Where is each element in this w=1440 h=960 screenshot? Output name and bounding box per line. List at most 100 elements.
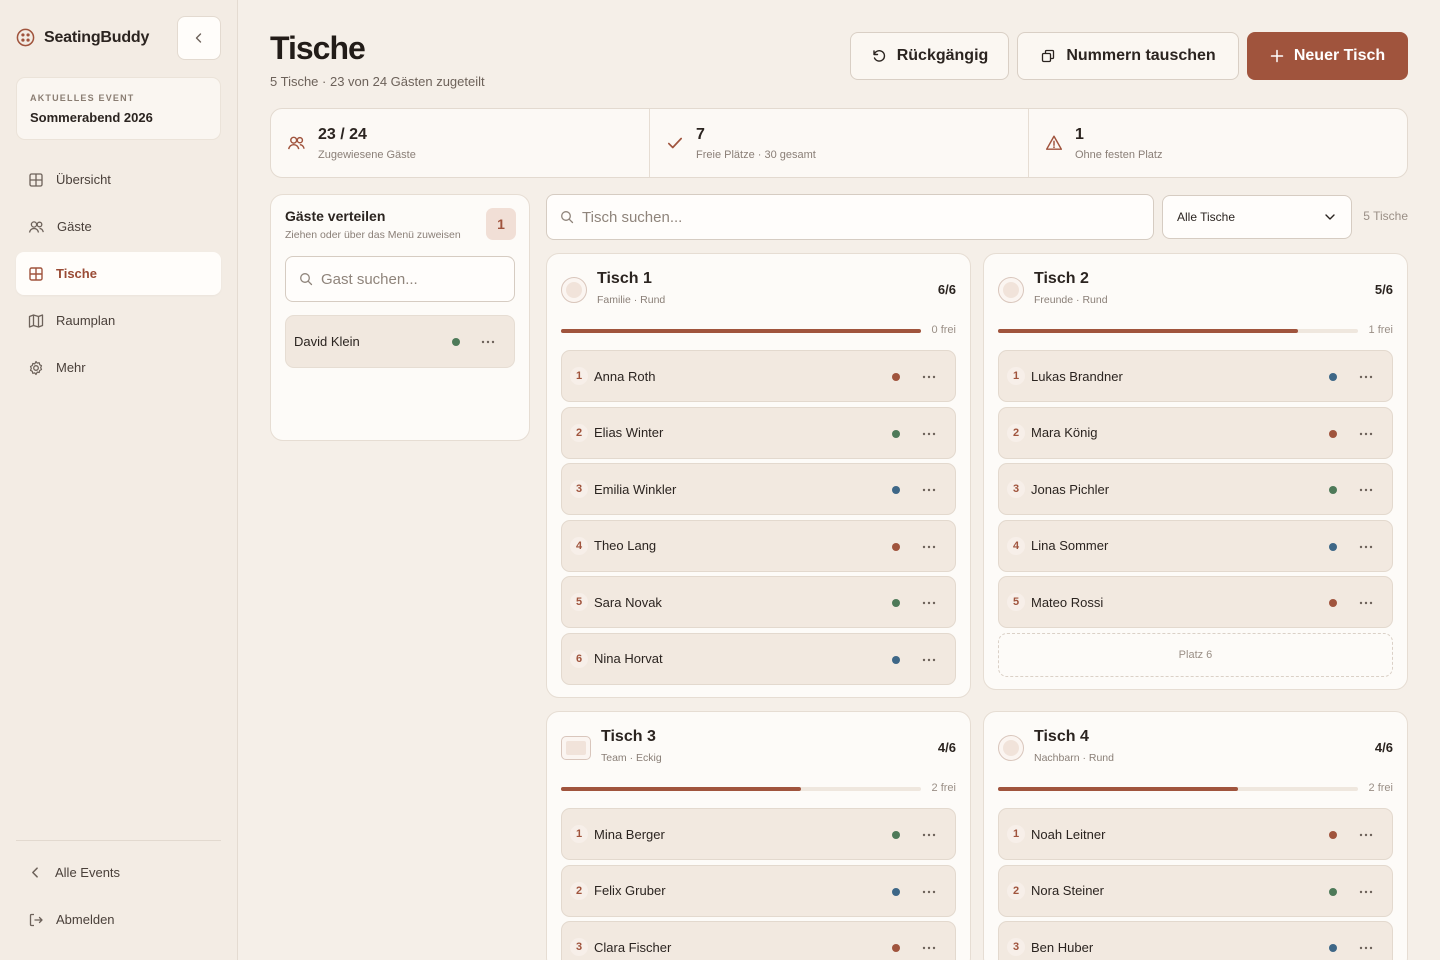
more-options-icon[interactable] (1358, 539, 1374, 555)
seat-row[interactable]: 1 Anna Roth (561, 350, 956, 402)
more-options-icon[interactable] (921, 426, 937, 442)
more-options-icon[interactable] (1358, 884, 1374, 900)
more-options-icon[interactable] (921, 827, 937, 843)
nav-item-tables[interactable]: Tische (16, 252, 221, 295)
more-options-icon[interactable] (921, 652, 937, 668)
occupancy-bar-fill (561, 787, 801, 791)
unassigned-guest-item[interactable]: David Klein (285, 315, 515, 368)
more-options-icon[interactable] (1358, 940, 1374, 956)
more-options-icon[interactable] (1358, 827, 1374, 843)
more-options-icon[interactable] (1358, 369, 1374, 385)
seat-row[interactable]: 1 Lukas Brandner (998, 350, 1393, 402)
seat-row[interactable]: 3 Ben Huber (998, 921, 1393, 960)
more-options-icon[interactable] (480, 334, 496, 350)
status-dot (1329, 944, 1337, 952)
status-dot (892, 486, 900, 494)
nav-item-all-events[interactable]: Alle Events (16, 851, 221, 894)
more-options-icon[interactable] (921, 940, 937, 956)
status-dot (1329, 599, 1337, 607)
table-card-header: Tisch 2 Freunde · Rund 5/6 (998, 268, 1393, 312)
free-seats-label: 2 frei (1368, 782, 1393, 794)
seat-row[interactable]: 2 Nora Steiner (998, 864, 1393, 917)
status-dot (1329, 429, 1337, 438)
seat-row[interactable]: 1 Noah Leitner (998, 808, 1393, 860)
nav-item-label: Mehr (56, 360, 86, 375)
guest-name: Noah Leitner (1031, 826, 1106, 842)
seat-row[interactable]: 5 Mateo Rossi (998, 576, 1393, 628)
round-table-icon (998, 735, 1024, 761)
status-dot (892, 887, 900, 896)
nav-item-label: Tische (56, 266, 97, 281)
occupancy-bar (998, 787, 1358, 791)
seat-row[interactable]: 4 Theo Lang (561, 519, 956, 572)
new-table-button[interactable]: Neuer Tisch (1247, 32, 1408, 80)
panel-title: Gäste verteilen (285, 208, 386, 224)
status-dot (1329, 486, 1337, 494)
stat-value: 23 / 24 (318, 125, 367, 143)
more-options-icon[interactable] (921, 595, 937, 611)
seat-row[interactable]: 3 Jonas Pichler (998, 463, 1393, 515)
nav-item-more[interactable]: Mehr (16, 346, 221, 389)
event-name: Sommerabend 2026 (30, 110, 153, 125)
stat-label: Ohne festen Platz (1075, 148, 1163, 161)
more-options-icon[interactable] (921, 884, 937, 900)
users-icon (28, 219, 45, 235)
page-subtitle: 5 Tische · 23 von 24 Gästen zugeteilt (270, 74, 485, 89)
stat-value: 7 (696, 125, 705, 143)
nav-item-floorplan[interactable]: Raumplan (16, 299, 221, 342)
seat-row[interactable]: 4 Lina Sommer (998, 519, 1393, 572)
seat-list: 1 Noah Leitner 2 Nora Steiner 3 Ben Huber (998, 808, 1393, 960)
more-options-icon[interactable] (921, 369, 937, 385)
table-name: Tisch 3 (601, 728, 656, 745)
guest-name: Elias Winter (594, 425, 664, 440)
collapse-sidebar-button[interactable] (177, 16, 221, 60)
seat-number: 4 (1007, 536, 1025, 555)
undo-icon (871, 48, 887, 64)
table-meta: Nachbarn · Rund (1034, 752, 1114, 764)
seat-row[interactable]: 3 Emilia Winkler (561, 463, 956, 515)
status-dot (892, 542, 900, 551)
table-card-1: Tisch 1 Familie · Rund 6/6 0 frei 1 Anna … (546, 253, 971, 698)
table-search-input[interactable]: Tisch suchen... (546, 194, 1154, 240)
seat-number: 1 (570, 825, 588, 843)
logout-icon (28, 912, 44, 928)
more-options-icon[interactable] (921, 539, 937, 555)
guest-name: Mina Berger (594, 826, 665, 842)
seat-number: 6 (570, 649, 588, 668)
nav-item-logout[interactable]: Abmelden (16, 898, 221, 941)
more-options-icon[interactable] (1358, 482, 1374, 498)
nav-item-label: Raumplan (56, 313, 116, 328)
chevron-down-icon (1323, 210, 1337, 224)
more-options-icon[interactable] (1358, 595, 1374, 611)
guest-name: David Klein (294, 334, 360, 349)
guest-search-input[interactable]: Gast suchen... (285, 256, 515, 302)
nav-item-overview[interactable]: Übersicht (16, 158, 221, 201)
rectangular-table-icon (561, 736, 591, 760)
stat-free-seats: 7 Freie Plätze · 30 gesamt (650, 109, 1029, 177)
seat-row[interactable]: 2 Elias Winter (561, 406, 956, 459)
seat-row[interactable]: 3 Clara Fischer (561, 921, 956, 960)
swap-numbers-button[interactable]: Nummern tauschen (1017, 32, 1239, 80)
more-options-icon[interactable] (921, 482, 937, 498)
seat-row[interactable]: 2 Felix Gruber (561, 864, 956, 917)
seat-number: 5 (1007, 593, 1025, 611)
seat-row[interactable]: 5 Sara Novak (561, 576, 956, 628)
empty-seat-slot[interactable]: Platz 6 (998, 632, 1393, 677)
stat-no-seat: 1 Ohne festen Platz (1029, 109, 1407, 177)
status-dot (892, 373, 900, 381)
status-dot (452, 338, 460, 346)
more-options-icon[interactable] (1358, 426, 1374, 442)
nav-item-guests[interactable]: Gäste (16, 205, 221, 248)
select-value: Alle Tische (1177, 210, 1236, 224)
undo-button[interactable]: Rückgängig (850, 32, 1009, 80)
seat-row[interactable]: 1 Mina Berger (561, 808, 956, 860)
seat-row[interactable]: 2 Mara König (998, 406, 1393, 459)
table-filter-select[interactable]: Alle Tische (1162, 195, 1352, 239)
seat-number: 2 (570, 881, 588, 900)
current-event-card[interactable]: AKTUELLES EVENT Sommerabend 2026 (16, 77, 221, 140)
status-dot (1329, 373, 1337, 381)
seat-row[interactable]: 6 Nina Horvat (561, 632, 956, 685)
table-card-2: Tisch 2 Freunde · Rund 5/6 1 frei 1 Lukas… (983, 253, 1408, 690)
new-table-label: Neuer Tisch (1293, 47, 1386, 64)
brand[interactable]: SeatingBuddy (16, 28, 149, 47)
